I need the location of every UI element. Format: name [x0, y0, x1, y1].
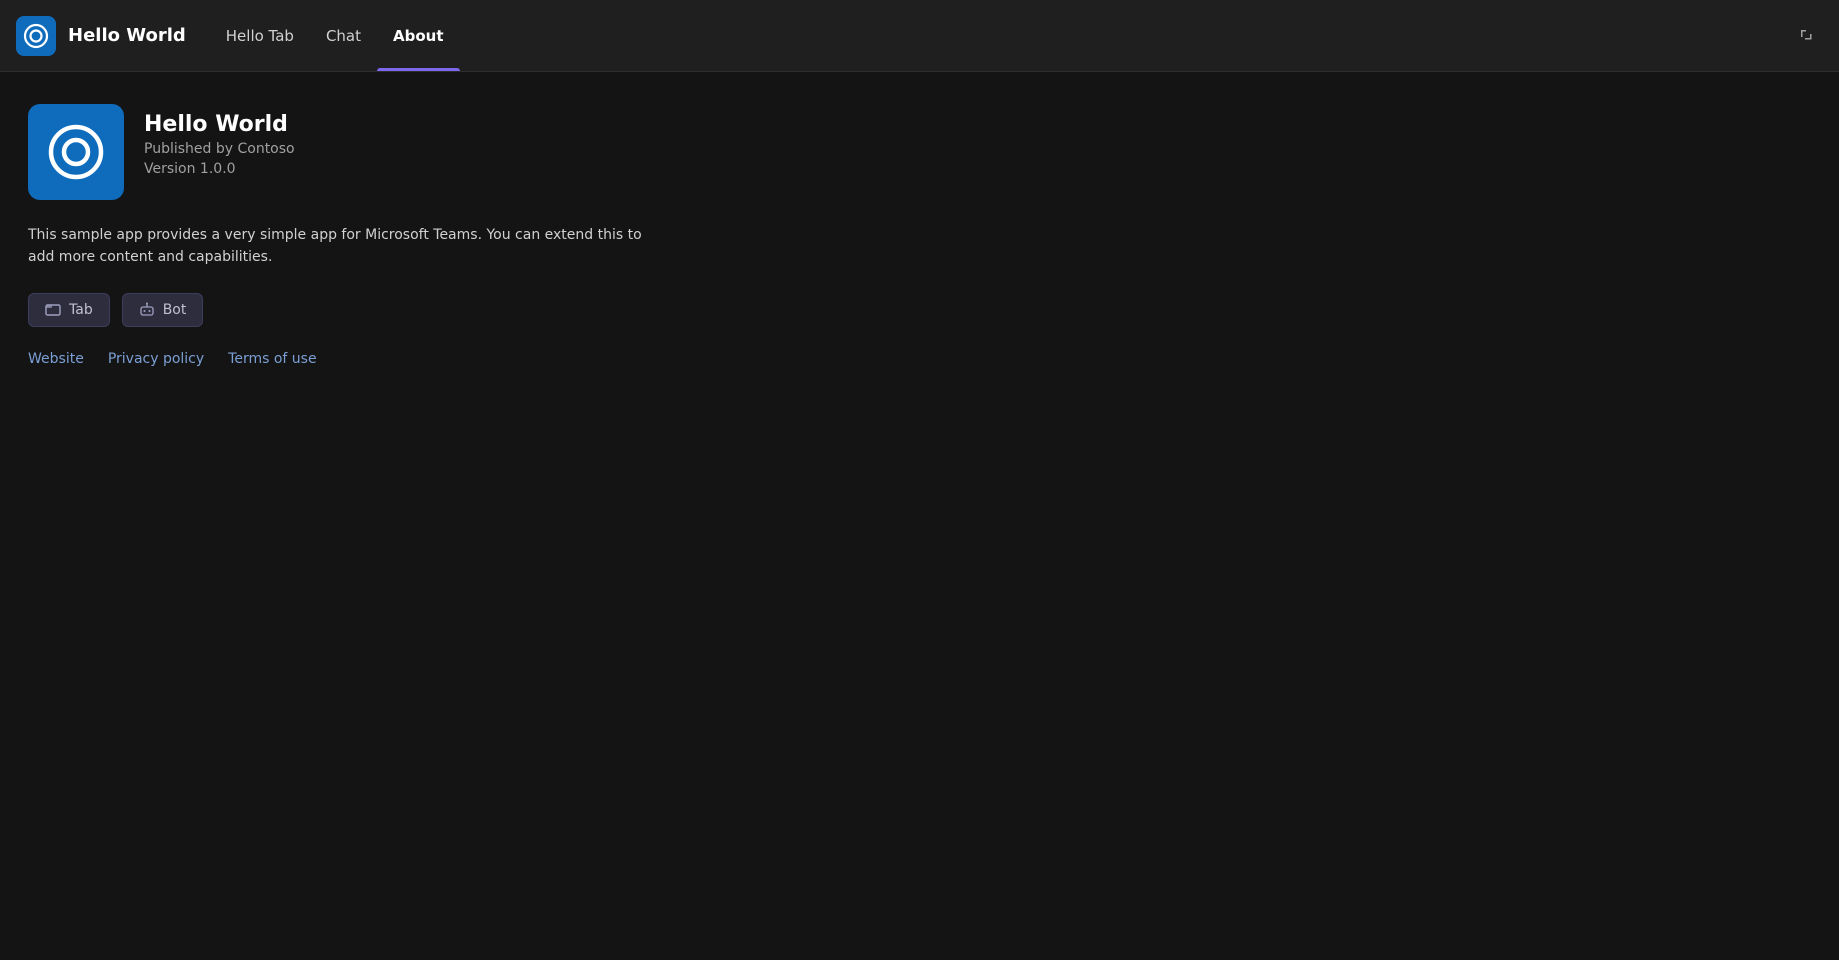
- capability-tab: Tab: [28, 293, 110, 327]
- app-version: Version 1.0.0: [144, 161, 295, 177]
- main-content: Hello World Published by Contoso Version…: [0, 72, 1839, 960]
- website-link[interactable]: Website: [28, 351, 84, 367]
- app-info-section: Hello World Published by Contoso Version…: [28, 104, 1811, 200]
- expand-icon[interactable]: [1791, 20, 1823, 52]
- tab-about[interactable]: About: [377, 0, 460, 71]
- tab-hello-tab[interactable]: Hello Tab: [210, 0, 310, 71]
- app-description: This sample app provides a very simple a…: [28, 224, 648, 269]
- app-logo-icon: [16, 16, 56, 56]
- app-publisher: Published by Contoso: [144, 141, 295, 157]
- terms-of-use-link[interactable]: Terms of use: [228, 351, 316, 367]
- header-app-name: Hello World: [68, 25, 186, 46]
- bot-icon: [139, 302, 155, 318]
- links-row: Website Privacy policy Terms of use: [28, 351, 1811, 367]
- nav-tabs: Hello Tab Chat About: [210, 0, 460, 71]
- tab-icon: [45, 302, 61, 318]
- capabilities-row: Tab Bot: [28, 293, 1811, 327]
- app-details: Hello World Published by Contoso Version…: [144, 104, 295, 177]
- privacy-policy-link[interactable]: Privacy policy: [108, 351, 204, 367]
- app-header: Hello World Hello Tab Chat About: [0, 0, 1839, 72]
- app-title: Hello World: [144, 112, 295, 137]
- app-icon-large: [28, 104, 124, 200]
- capability-bot: Bot: [122, 293, 204, 327]
- tab-chat[interactable]: Chat: [310, 0, 377, 71]
